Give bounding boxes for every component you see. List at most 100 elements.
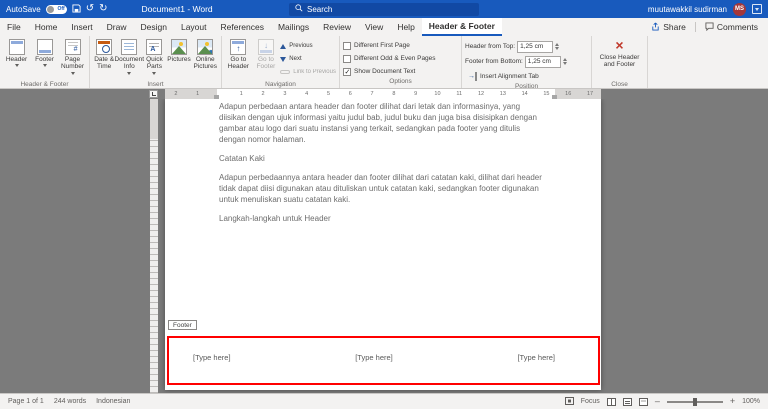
web-layout-icon[interactable] (638, 397, 648, 406)
focus-button[interactable]: Focus (581, 398, 600, 405)
button-label: Header (5, 56, 28, 63)
previous-button[interactable]: Previous (280, 40, 336, 52)
body-paragraph: Adapun perbedaan antara header dan foote… (219, 102, 537, 144)
page-number-button[interactable]: Page Number (59, 38, 86, 80)
document-info-button[interactable]: Document Info (114, 38, 145, 80)
tab-view[interactable]: View (358, 18, 390, 36)
insert-alignment-tab-button[interactable]: Insert Alignment Tab (465, 70, 539, 82)
tab-references[interactable]: References (214, 18, 271, 36)
search-input[interactable]: Search (289, 2, 479, 16)
show-document-text-checkbox[interactable]: Show Document Text (343, 66, 415, 77)
footer-placeholder-center[interactable]: [Type here] (355, 353, 393, 362)
checkbox-icon (343, 54, 351, 63)
ribbon-group-position: Header from Top: Footer from Bottom: Ins… (462, 36, 592, 90)
tabs-right-area: Share Comments (651, 18, 768, 36)
tab-label: Insert (71, 22, 93, 32)
zoom-level[interactable]: 100% (742, 398, 760, 405)
document-area: Adapun perbedaan antara header dan foote… (0, 99, 768, 393)
tab-layout[interactable]: Layout (174, 18, 214, 36)
document-page[interactable]: Adapun perbedaan antara header dan foote… (165, 99, 601, 390)
ribbon-group-navigation: Go to Header Go to Footer Previous Next (222, 36, 340, 88)
vertical-ruler[interactable] (150, 99, 158, 393)
chevron-down-icon (152, 71, 157, 75)
different-first-page-checkbox[interactable]: Different First Page (343, 40, 410, 51)
next-button[interactable]: Next (280, 53, 336, 65)
tab-stop-selector[interactable] (149, 90, 158, 98)
online-pictures-icon (197, 39, 214, 55)
footer-from-bottom-label: Footer from Bottom: (465, 58, 523, 65)
comments-button[interactable]: Comments (705, 21, 758, 33)
body-heading: Langkah-langkah untuk Header (219, 214, 331, 223)
save-icon[interactable] (72, 3, 81, 15)
footer-button[interactable]: Footer (31, 38, 58, 80)
online-pictures-button[interactable]: Online Pictures (193, 38, 218, 80)
tab-label: References (220, 22, 264, 32)
zoom-out-icon[interactable]: – (655, 397, 660, 406)
link-to-previous-button[interactable]: Link to Previous (280, 66, 336, 78)
title-bar: AutoSave Off ↺ ↻ Document1 - Word Search… (0, 0, 768, 18)
ruler-row: 2 1 1 2 3 4 5 6 7 8 9 10 11 12 13 14 15 16 17 (0, 89, 768, 99)
zoom-slider[interactable] (666, 397, 723, 406)
autosave-toggle[interactable]: Off (45, 4, 67, 14)
group-label-close: Close (611, 81, 628, 88)
zoom-in-icon[interactable]: + (730, 397, 735, 406)
indent-marker-right[interactable] (552, 95, 557, 99)
tab-home[interactable]: Home (28, 18, 65, 36)
header-from-top-input[interactable] (517, 40, 554, 53)
comments-icon (705, 21, 714, 33)
different-odd-even-checkbox[interactable]: Different Odd & Even Pages (343, 53, 436, 64)
header-button[interactable]: Header (3, 38, 30, 80)
tab-review[interactable]: Review (316, 18, 358, 36)
zoom-slider-thumb[interactable] (692, 397, 697, 406)
tab-mailings[interactable]: Mailings (271, 18, 316, 36)
read-mode-icon[interactable] (606, 397, 616, 406)
search-placeholder: Search (307, 4, 333, 14)
button-label: Document Info (114, 56, 145, 71)
tab-file[interactable]: File (0, 18, 28, 36)
checkbox-label: Different First Page (354, 42, 410, 49)
tab-label: Home (34, 22, 58, 32)
avatar[interactable]: MS (733, 2, 746, 16)
pictures-icon (171, 39, 188, 55)
tab-help[interactable]: Help (390, 18, 421, 36)
tab-label: Draw (106, 22, 127, 32)
print-layout-icon[interactable] (622, 397, 632, 406)
ribbon-display-options-icon[interactable] (752, 4, 762, 14)
quick-parts-icon (146, 39, 163, 55)
tab-draw[interactable]: Draw (100, 18, 134, 36)
ribbon-group-options: Different First Page Different Odd & Eve… (340, 36, 462, 88)
date-time-button[interactable]: Date & Time (93, 38, 115, 80)
go-to-header-button[interactable]: Go to Header (225, 38, 252, 80)
tab-label: Mailings (277, 22, 310, 32)
redo-icon[interactable]: ↻ (99, 4, 107, 14)
group-label-header-footer: Header & Footer (20, 81, 69, 88)
word-count[interactable]: 244 words (54, 398, 86, 405)
undo-icon[interactable]: ↺ (86, 4, 94, 14)
tab-insert[interactable]: Insert (64, 18, 99, 36)
body-paragraph: Adapun perbedaannya antara header dan fo… (219, 173, 542, 204)
spinner-stepper[interactable] (562, 58, 567, 65)
tab-header-footer[interactable]: Header & Footer (421, 18, 502, 36)
close-header-footer-button[interactable]: Close Header and Footer (596, 38, 644, 80)
page-indicator[interactable]: Page 1 of 1 (8, 398, 44, 405)
close-icon (613, 39, 627, 53)
tab-design[interactable]: Design (134, 18, 174, 36)
footer-from-bottom-input[interactable] (524, 55, 561, 68)
header-icon (8, 39, 25, 55)
spin-down-icon (555, 47, 560, 50)
checkbox-checked-icon (343, 67, 351, 76)
user-name[interactable]: muutawakkil sudirman (648, 5, 727, 14)
language-indicator[interactable]: Indonesian (96, 398, 130, 405)
footer-placeholder-right[interactable]: [Type here] (517, 353, 555, 362)
indent-marker-left[interactable] (214, 95, 219, 99)
quick-parts-button[interactable]: Quick Parts (143, 38, 165, 80)
go-to-footer-button[interactable]: Go to Footer (253, 38, 280, 80)
button-label: Go to Header (227, 56, 249, 71)
footer-placeholder-left[interactable]: [Type here] (193, 353, 231, 362)
spinner-stepper[interactable] (555, 43, 560, 50)
share-button[interactable]: Share (651, 22, 686, 33)
share-label: Share (663, 22, 686, 32)
page-number-icon (64, 39, 81, 55)
pictures-button[interactable]: Pictures (167, 38, 192, 80)
account-area: muutawakkil sudirman MS (648, 2, 762, 16)
